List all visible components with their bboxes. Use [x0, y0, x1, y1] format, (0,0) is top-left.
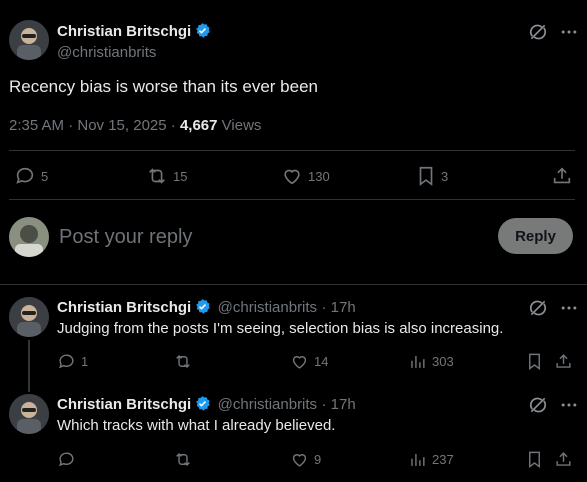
divider — [9, 150, 575, 151]
reply-text: Judging from the posts I'm seeing, selec… — [57, 320, 504, 337]
reply-count: 1 — [81, 354, 89, 369]
share-icon — [556, 354, 571, 368]
post-meta: 2:35 AM · Nov 15, 2025 · 4,667 Views — [9, 117, 261, 134]
reply-text: Which tracks with what I already believe… — [57, 417, 336, 434]
user-avatar[interactable] — [9, 217, 49, 257]
post-time[interactable]: 2:35 AM · Nov 15, 2025 — [9, 117, 167, 134]
author-name[interactable]: Christian Britschgi — [57, 23, 191, 40]
repost-count: 15 — [173, 168, 188, 184]
reply-button[interactable] — [57, 450, 81, 469]
heart-icon — [284, 169, 300, 185]
views-button[interactable]: 303 — [408, 352, 454, 371]
reply-icon — [16, 167, 34, 184]
reply-author-name[interactable]: Christian Britschgi — [57, 396, 191, 413]
avatar-image — [9, 217, 49, 257]
reply-count: 5 — [41, 168, 49, 184]
grok-icon[interactable] — [528, 22, 548, 47]
reply-author-name[interactable]: Christian Britschgi — [57, 299, 191, 316]
avatar-image — [9, 20, 49, 60]
reply-avatar[interactable] — [9, 297, 49, 337]
views-button[interactable]: 237 — [408, 450, 454, 469]
verified-badge-icon — [196, 23, 210, 38]
verified-badge-icon — [196, 299, 210, 314]
divider — [0, 284, 587, 285]
analytics-icon — [411, 453, 425, 466]
reply-handle[interactable]: @christianbrits — [218, 396, 317, 413]
like-button[interactable]: 130 — [281, 165, 330, 187]
thread-line — [28, 340, 30, 392]
views-label: Views — [221, 117, 262, 134]
meta-separator: · — [170, 117, 176, 134]
analytics-icon — [411, 355, 425, 368]
reply-input[interactable]: Post your reply — [59, 226, 192, 249]
like-count: 14 — [314, 354, 329, 369]
grok-icon[interactable] — [528, 395, 548, 420]
more-options-icon[interactable] — [559, 298, 579, 323]
author-info: Christian Britschgi @christianbrits — [57, 22, 211, 61]
share-button[interactable] — [551, 165, 573, 187]
repost-icon — [149, 168, 165, 184]
reply-header: Christian Britschgi @christianbrits · 17… — [57, 395, 356, 414]
more-options-icon[interactable] — [559, 22, 579, 47]
reply-submit-button[interactable]: Reply — [498, 218, 573, 254]
repost-button[interactable] — [173, 352, 197, 371]
repost-button[interactable] — [173, 450, 197, 469]
like-button[interactable]: 14 — [290, 352, 328, 371]
post-text: Recency bias is worse than its ever been — [9, 77, 318, 96]
author-avatar[interactable] — [9, 20, 49, 60]
heart-icon — [292, 356, 307, 369]
views-count: 4,667 — [179, 117, 218, 134]
author-handle[interactable]: @christianbrits — [57, 44, 211, 61]
repost-icon — [176, 452, 190, 467]
reply-time[interactable]: · 17h — [322, 396, 356, 413]
share-icon — [556, 452, 571, 466]
avatar-image — [9, 394, 49, 434]
more-options-icon[interactable] — [559, 395, 579, 420]
bookmark-icon — [529, 353, 540, 371]
reply-handle[interactable]: @christianbrits — [218, 299, 317, 316]
bookmark-icon — [529, 451, 540, 469]
reply-avatar[interactable] — [9, 394, 49, 434]
reply-time[interactable]: · 17h — [322, 299, 356, 316]
reply-button[interactable]: 1 — [57, 352, 88, 371]
like-count: 130 — [308, 168, 330, 184]
reply-icon — [59, 354, 74, 369]
like-button[interactable]: 9 — [290, 450, 321, 469]
share-icon — [553, 167, 571, 184]
reply-button[interactable]: 5 — [14, 165, 48, 187]
divider — [9, 199, 575, 200]
reply-header: Christian Britschgi @christianbrits · 17… — [57, 298, 356, 317]
share-button[interactable] — [554, 450, 573, 469]
bookmark-button[interactable] — [525, 450, 544, 469]
grok-icon[interactable] — [528, 298, 548, 323]
verified-badge-icon — [196, 396, 210, 411]
views-count: 303 — [432, 354, 454, 369]
bookmark-button[interactable] — [525, 352, 544, 371]
bookmark-icon — [419, 166, 433, 186]
heart-icon — [292, 454, 307, 467]
bookmark-button[interactable]: 3 — [415, 165, 448, 187]
share-button[interactable] — [554, 352, 573, 371]
reply-icon — [59, 452, 74, 467]
bookmark-count: 3 — [441, 168, 449, 184]
views-count: 237 — [432, 452, 454, 467]
repost-icon — [176, 354, 190, 369]
repost-button[interactable]: 15 — [145, 165, 187, 187]
like-count: 9 — [314, 452, 322, 467]
avatar-image — [9, 297, 49, 337]
